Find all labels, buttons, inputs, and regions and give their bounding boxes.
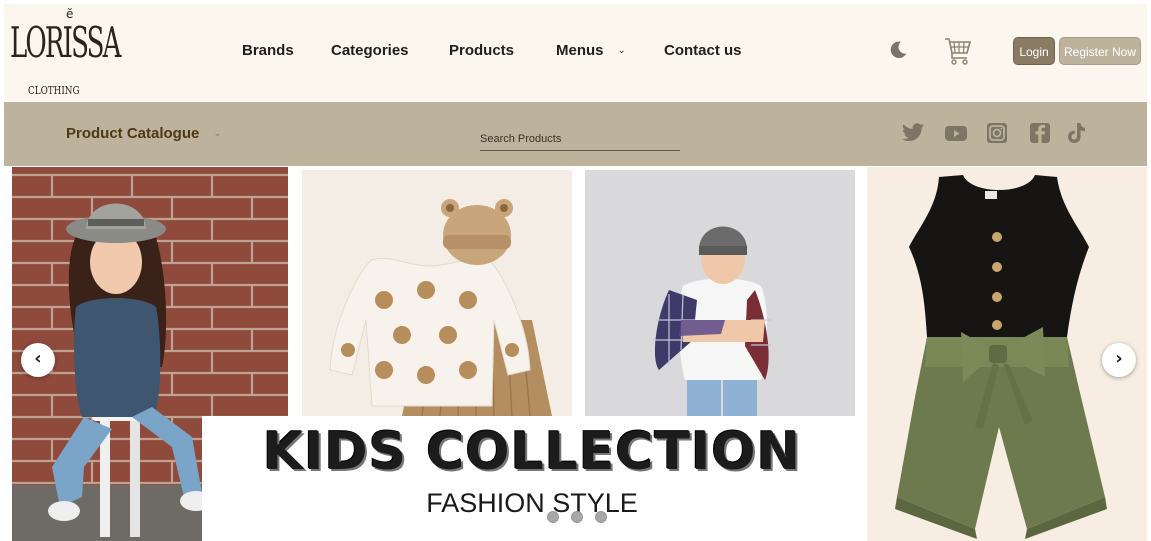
hero-carousel: KIDS COLLECTION FASHION STYLE ‹ › <box>12 167 1147 541</box>
logo-tagline: CLOTHING <box>28 84 80 97</box>
nav-products[interactable]: Products <box>449 42 514 59</box>
chevron-right-icon: › <box>1115 348 1123 369</box>
carousel-next-button[interactable]: › <box>1102 343 1136 377</box>
hero-subtitle: FASHION STYLE <box>426 488 638 518</box>
youtube-icon[interactable] <box>944 121 968 145</box>
nav-contact[interactable]: Contact us <box>664 42 742 59</box>
hero-title: KIDS COLLECTION <box>262 422 802 482</box>
nav-contact-label: Contact us <box>664 42 742 59</box>
product-catalogue-dropdown[interactable]: Product Catalogue ⌄ <box>66 125 222 142</box>
logo-wordmark: LORISSA <box>10 18 121 67</box>
nav-categories[interactable]: Categories <box>331 42 409 59</box>
nav-menus-dropdown[interactable]: Menus ⌄ <box>556 42 626 59</box>
chevron-left-icon: ‹ <box>34 348 42 369</box>
carousel-indicators <box>547 511 617 525</box>
search-input[interactable] <box>480 127 680 151</box>
nav-brands[interactable]: Brands <box>242 42 294 59</box>
chevron-down-icon: ⌄ <box>617 45 626 56</box>
top-header: ĕ LORISSA CLOTHING Brands Categories Pro… <box>4 4 1147 101</box>
carousel-prev-button[interactable]: ‹ <box>21 343 55 377</box>
chevron-down-icon: ⌄ <box>213 128 222 139</box>
instagram-icon[interactable] <box>985 121 1009 145</box>
login-button[interactable]: Login <box>1013 37 1055 65</box>
nav-categories-label: Categories <box>331 42 409 59</box>
hero-image-baby-onesie <box>302 170 572 416</box>
register-button[interactable]: Register Now <box>1059 37 1141 65</box>
carousel-dot-3[interactable] <box>595 511 607 523</box>
tiktok-icon[interactable] <box>1064 121 1088 145</box>
hero-image-boy-plaid <box>585 170 855 416</box>
facebook-icon[interactable] <box>1028 121 1052 145</box>
product-catalogue-label: Product Catalogue <box>66 125 200 142</box>
twitter-icon[interactable] <box>901 121 925 145</box>
nav-menus-label: Menus <box>556 42 604 59</box>
nav-brands-label: Brands <box>242 42 294 59</box>
moon-icon[interactable] <box>887 39 909 61</box>
carousel-dot-1[interactable] <box>547 511 559 523</box>
brand-logo[interactable]: ĕ LORISSA CLOTHING <box>10 8 121 102</box>
nav-products-label: Products <box>449 42 515 59</box>
cart-icon[interactable] <box>944 36 972 66</box>
catalogue-bar: Product Catalogue ⌄ <box>4 102 1147 166</box>
carousel-dot-2[interactable] <box>571 511 583 523</box>
hero-caption: KIDS COLLECTION FASHION STYLE <box>202 416 862 541</box>
